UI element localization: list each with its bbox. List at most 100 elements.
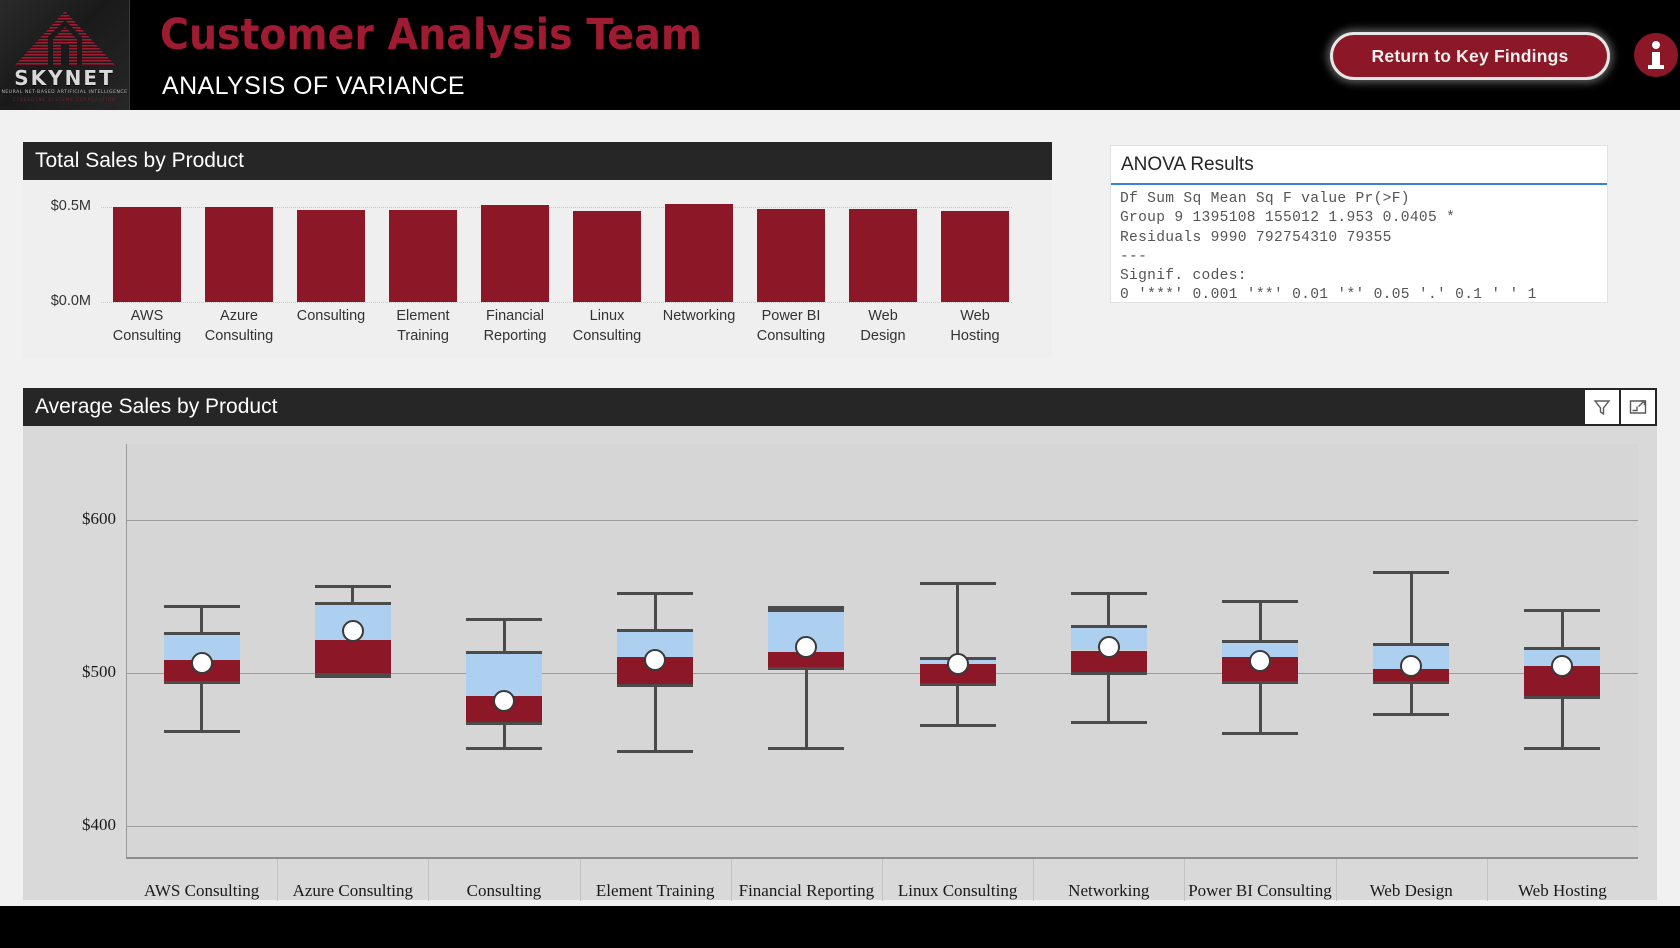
box-y-tick-label: $500 bbox=[82, 662, 116, 682]
filter-icon[interactable] bbox=[1585, 390, 1619, 424]
x-label-separator bbox=[882, 859, 883, 901]
anova-results-title: ANOVA Results bbox=[1111, 146, 1607, 185]
bar-item[interactable] bbox=[205, 207, 273, 302]
box-x-label: Element Training bbox=[595, 881, 715, 900]
box-x-label: Linux Consulting bbox=[897, 881, 1018, 900]
bar-item[interactable] bbox=[297, 209, 365, 302]
mean-marker bbox=[190, 651, 213, 674]
box-x-label: Power BI Consulting bbox=[1188, 881, 1332, 900]
box-plot-item[interactable] bbox=[1222, 426, 1298, 857]
total-sales-card: Total Sales by Product $0.0M $0.5M AWS Cons… bbox=[23, 142, 1052, 358]
box-top-edge bbox=[314, 601, 391, 605]
bar-x-label-line: Web bbox=[868, 308, 898, 324]
bar-x-label: Web Hosting bbox=[929, 306, 1021, 346]
bar-rect bbox=[665, 204, 733, 302]
x-label-separator bbox=[277, 859, 279, 901]
page-title: Customer Analysis Team bbox=[160, 10, 702, 60]
return-to-key-findings-button[interactable]: Return to Key Findings bbox=[1330, 32, 1610, 80]
mean-marker bbox=[644, 648, 667, 671]
upper-whisker-cap bbox=[1070, 592, 1147, 596]
visual-header-icons bbox=[1585, 388, 1657, 426]
bar-rect bbox=[205, 207, 273, 302]
bar-y-tick-label: $0.0M bbox=[50, 293, 91, 309]
bar-rect bbox=[757, 208, 825, 302]
page-subtitle: ANALYSIS OF VARIANCE bbox=[162, 72, 465, 100]
bar-x-label: Financial Reporting bbox=[469, 306, 561, 346]
bar-rect bbox=[113, 207, 181, 302]
bar-x-label-line: Networking bbox=[662, 308, 736, 324]
bar-rect bbox=[849, 208, 917, 302]
anova-results-card: ANOVA Results Df Sum Sq Mean Sq F value … bbox=[1110, 145, 1608, 303]
mean-marker bbox=[341, 619, 364, 642]
lower-whisker-cap bbox=[1222, 731, 1298, 735]
x-label-separator bbox=[579, 859, 581, 901]
x-label-separator bbox=[1486, 859, 1488, 901]
upper-whisker-cap bbox=[466, 618, 542, 622]
bar-x-label: Linux Consulting bbox=[561, 306, 653, 346]
skynet-triangle-icon bbox=[13, 9, 117, 67]
bar-x-label-line: Consulting bbox=[756, 328, 826, 344]
total-sales-title: Total Sales by Product bbox=[23, 142, 1052, 180]
box-plot-item[interactable] bbox=[1373, 426, 1450, 857]
bar-item[interactable] bbox=[113, 207, 181, 302]
logo-tagline-secondary: CYBERDYNE SYSTEMS CORPORATION bbox=[12, 96, 117, 102]
average-sales-title-bar: Average Sales by Product bbox=[23, 388, 1657, 426]
box-plot-item[interactable] bbox=[919, 426, 996, 857]
average-sales-box-plot[interactable]: $400 $500 $600 AWS Consulting Azure Consulti… bbox=[23, 426, 1657, 901]
bar-item[interactable] bbox=[573, 211, 641, 302]
mean-marker bbox=[946, 653, 969, 676]
box-bottom-edge bbox=[163, 681, 240, 685]
box-plot-item[interactable] bbox=[314, 426, 391, 857]
box-x-label: Networking bbox=[1068, 881, 1150, 900]
box-top-edge bbox=[466, 650, 542, 654]
box-bottom-edge bbox=[617, 684, 694, 688]
bar-x-label-line: Power BI bbox=[761, 308, 821, 324]
mean-marker bbox=[493, 689, 515, 712]
box-plot-item[interactable] bbox=[768, 426, 845, 857]
box-plot-item[interactable] bbox=[466, 426, 542, 857]
bar-x-label: Consulting bbox=[285, 306, 377, 326]
box-bottom-edge bbox=[466, 722, 542, 726]
bar-item[interactable] bbox=[941, 210, 1009, 302]
box-lower-quartile bbox=[314, 639, 391, 675]
lower-whisker-cap bbox=[466, 746, 542, 750]
box-plot-item[interactable] bbox=[1524, 426, 1601, 857]
box-top-edge bbox=[1524, 647, 1601, 651]
box-top-edge bbox=[768, 609, 845, 613]
box-bottom-edge bbox=[314, 673, 391, 677]
box-y-tick-label: $600 bbox=[82, 509, 116, 529]
bar-item[interactable] bbox=[665, 204, 733, 302]
box-plot-item[interactable] bbox=[617, 426, 694, 857]
bar-x-label-line: Web bbox=[960, 308, 990, 324]
x-label-separator bbox=[1335, 859, 1337, 901]
total-sales-bar-chart[interactable]: $0.0M $0.5M AWS Consulting Azure Consulting Co… bbox=[23, 180, 1052, 358]
upper-whisker-cap bbox=[163, 604, 240, 608]
bar-x-label: AWS Consulting bbox=[101, 306, 193, 346]
box-bottom-edge bbox=[1222, 681, 1298, 685]
bar-item[interactable] bbox=[389, 210, 457, 302]
logo-wordmark: SKYNET bbox=[14, 65, 115, 90]
box-x-label: Web Hosting bbox=[1517, 881, 1607, 900]
x-label-separator bbox=[1184, 859, 1186, 901]
focus-mode-icon[interactable] bbox=[1621, 390, 1655, 424]
box-top-edge bbox=[163, 632, 240, 636]
bar-item[interactable] bbox=[849, 208, 917, 302]
box-x-label: Consulting bbox=[466, 881, 542, 900]
average-sales-title: Average Sales by Product bbox=[35, 395, 278, 418]
bar-x-label: Azure Consulting bbox=[193, 306, 285, 346]
footer-bar bbox=[0, 906, 1680, 948]
info-icon[interactable] bbox=[1634, 33, 1678, 77]
box-plot-item[interactable] bbox=[1070, 426, 1147, 857]
bar-item[interactable] bbox=[757, 208, 825, 302]
bar-rect bbox=[941, 210, 1009, 302]
bar-x-label-line: AWS bbox=[130, 308, 164, 324]
box-plot-item[interactable] bbox=[163, 426, 240, 857]
box-top-edge bbox=[1070, 624, 1147, 628]
bar-rect bbox=[573, 211, 641, 302]
bar-series bbox=[101, 198, 1021, 302]
lower-whisker-cap bbox=[1373, 713, 1450, 717]
bar-item[interactable] bbox=[481, 204, 549, 302]
box-top-edge bbox=[1373, 642, 1450, 646]
box-bottom-edge bbox=[1524, 696, 1601, 700]
bar-x-label-line: Reporting bbox=[483, 328, 547, 344]
